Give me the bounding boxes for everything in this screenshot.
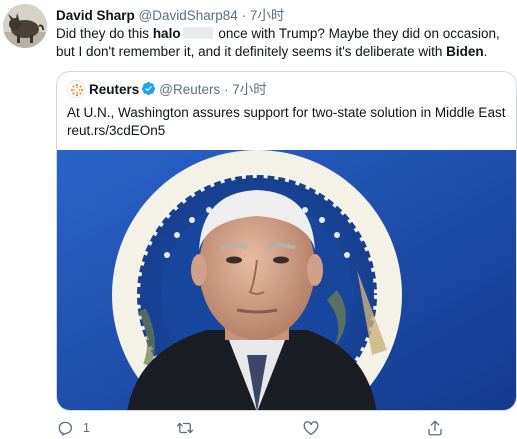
reply-icon (58, 421, 73, 436)
separator-dot: · (241, 8, 247, 23)
redacted-emoji (182, 27, 213, 39)
separator-dot: · (224, 82, 229, 97)
retweet-button[interactable] (176, 418, 203, 438)
tweet-text-part: Did they do this (56, 26, 153, 41)
quoted-tweet-header: Reuters @Reuters · 7小时 (67, 80, 267, 100)
tweet-text-bold: halo (152, 26, 181, 41)
biden-photo (57, 150, 516, 410)
quoted-tweet[interactable]: Reuters @Reuters · 7小时 At U.N., Washingto… (56, 71, 517, 411)
avatar[interactable] (3, 4, 47, 48)
tweet-text-part: . (483, 44, 488, 59)
reply-button[interactable]: 1 (56, 418, 90, 438)
share-icon (428, 420, 442, 436)
tweet[interactable]: David Sharp @DavidSharp84 · 7小时 Did they… (0, 0, 517, 439)
quoted-tweet-link[interactable]: reut.rs/3cdEOn5 (67, 122, 165, 140)
reply-count: 1 (83, 421, 90, 435)
retweet-icon (176, 422, 194, 434)
quoted-tweet-image[interactable] (57, 150, 516, 410)
quoted-timestamp[interactable]: 7小时 (232, 82, 267, 97)
tweet-header: David Sharp @DavidSharp84 · 7小时 (56, 7, 284, 25)
reuters-logo-icon (68, 81, 84, 97)
reuters-avatar[interactable] (67, 80, 85, 98)
avatar-image (3, 4, 47, 48)
author-display-name[interactable]: David Sharp (56, 8, 135, 23)
author-handle[interactable]: @DavidSharp84 (139, 8, 238, 23)
verified-badge-icon (142, 81, 156, 96)
like-button[interactable] (302, 418, 329, 438)
like-icon (303, 421, 319, 436)
share-button[interactable] (426, 418, 453, 438)
tweet-text-bold: Biden (446, 44, 484, 59)
quoted-tweet-text: At U.N., Washington assures support for … (67, 105, 506, 120)
tweet-actions: 1 (0, 418, 517, 438)
tweet-text: Did they do this halo once with Trump? M… (56, 25, 516, 61)
tweet-timestamp[interactable]: 7小时 (250, 8, 285, 23)
quoted-handle[interactable]: @Reuters (159, 82, 220, 97)
quoted-display-name[interactable]: Reuters (89, 82, 139, 97)
